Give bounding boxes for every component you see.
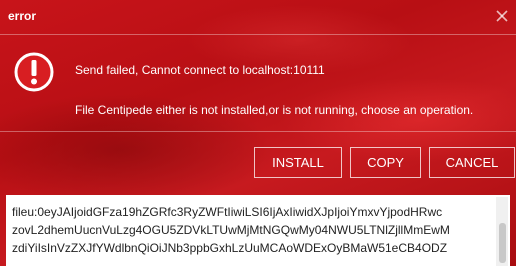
cancel-button[interactable]: CANCEL <box>429 147 515 178</box>
error-detail: File Centipede either is not installed,o… <box>75 103 474 117</box>
close-icon <box>496 10 508 22</box>
content-divider <box>0 131 516 132</box>
dialog-title: error <box>8 9 37 23</box>
install-button[interactable]: INSTALL <box>254 147 342 178</box>
dialog-titlebar: error <box>0 0 516 34</box>
exclamation-circle-icon <box>14 52 54 92</box>
link-text[interactable]: fileu:0eyJAIjoidGFza19hZGRfc3RyZWFtIiwiL… <box>12 203 492 257</box>
error-message: Send failed, Cannot connect to localhost… <box>75 63 325 77</box>
vertical-scrollbar[interactable] <box>496 197 508 266</box>
copy-button[interactable]: COPY <box>350 147 421 178</box>
close-button[interactable] <box>490 4 514 28</box>
scrollbar-thumb[interactable] <box>499 223 506 263</box>
link-text-area[interactable]: fileu:0eyJAIjoidGFza19hZGRfc3RyZWFtIiwiL… <box>6 195 510 266</box>
title-divider <box>0 34 516 35</box>
